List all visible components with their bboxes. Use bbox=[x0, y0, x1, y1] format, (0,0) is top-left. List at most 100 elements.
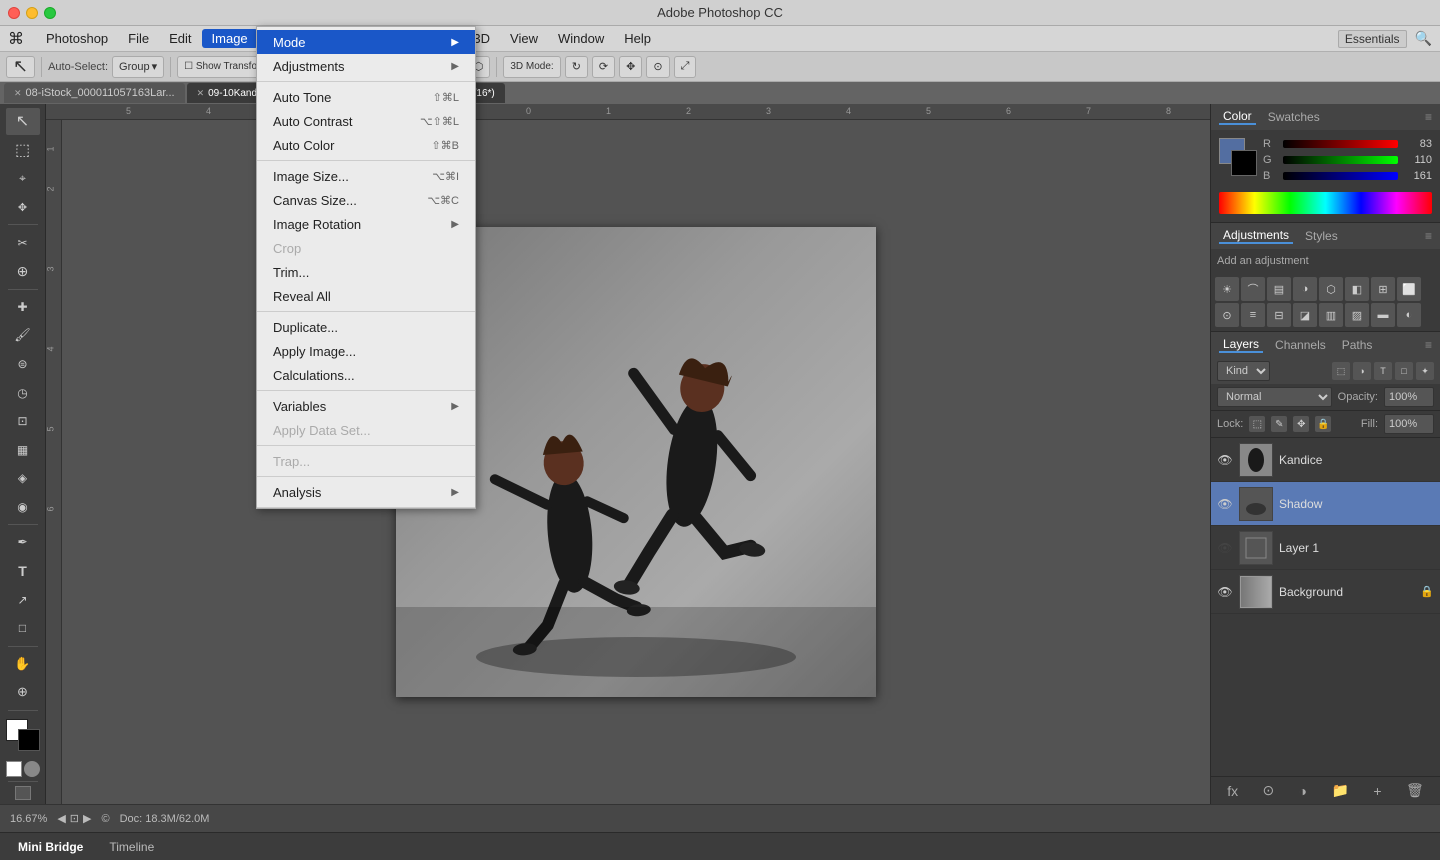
marquee-tool-btn[interactable]: ⬚ bbox=[6, 137, 40, 164]
background-swatch[interactable] bbox=[1231, 150, 1257, 176]
background-color[interactable] bbox=[18, 729, 40, 751]
bw-adj-icon[interactable]: ⬜ bbox=[1397, 277, 1421, 301]
blur-btn[interactable]: ◈ bbox=[6, 465, 40, 492]
menu-image-rotation[interactable]: Image Rotation ▶ bbox=[257, 212, 475, 236]
paths-tab[interactable]: Paths bbox=[1338, 338, 1377, 352]
shape-filter-icon[interactable]: □ bbox=[1395, 362, 1413, 380]
add-layer-btn[interactable]: + bbox=[1373, 783, 1381, 799]
delete-layer-btn[interactable]: 🗑 bbox=[1406, 782, 1424, 799]
menu-help[interactable]: Help bbox=[614, 29, 661, 48]
color-lookup-icon[interactable]: ⊟ bbox=[1267, 303, 1291, 327]
nav-next-btn[interactable]: ▶ bbox=[83, 812, 91, 825]
fill-input[interactable] bbox=[1384, 414, 1434, 434]
menu-auto-color[interactable]: Auto Color ⇧⌘B bbox=[257, 133, 475, 157]
kandice-visibility[interactable]: 👁 bbox=[1217, 452, 1233, 468]
swap-colors-btn[interactable] bbox=[24, 761, 40, 777]
3d-pan-btn[interactable]: ✥ bbox=[619, 56, 642, 78]
mini-bridge-tab[interactable]: Mini Bridge bbox=[8, 838, 93, 856]
layers-tab[interactable]: Layers bbox=[1219, 337, 1263, 353]
smart-filter-icon[interactable]: ✦ bbox=[1416, 362, 1434, 380]
layer-kandice[interactable]: 👁 Kandice bbox=[1211, 438, 1440, 482]
opacity-input[interactable] bbox=[1384, 387, 1434, 407]
vibrance-adj-icon[interactable]: ⬡ bbox=[1319, 277, 1343, 301]
lock-all-icon[interactable]: 🔒 bbox=[1315, 416, 1331, 432]
gradient-btn[interactable]: ▦ bbox=[6, 436, 40, 463]
lock-move-icon[interactable]: ✥ bbox=[1293, 416, 1309, 432]
maximize-button[interactable] bbox=[44, 7, 56, 19]
menu-apply-image[interactable]: Apply Image... bbox=[257, 339, 475, 363]
lock-pixels-icon[interactable]: ⬚ bbox=[1249, 416, 1265, 432]
dodge-btn[interactable]: ◉ bbox=[6, 494, 40, 521]
layer-shadow[interactable]: 👁 Shadow bbox=[1211, 482, 1440, 526]
search-icon[interactable]: 🔍 bbox=[1415, 30, 1432, 47]
menu-analysis[interactable]: Analysis ▶ bbox=[257, 480, 475, 504]
menu-variables[interactable]: Variables ▶ bbox=[257, 394, 475, 418]
panel-collapse-btn[interactable]: ≡ bbox=[1425, 110, 1432, 124]
pixel-filter-icon[interactable]: ⬚ bbox=[1332, 362, 1350, 380]
color-tab[interactable]: Color bbox=[1219, 109, 1256, 125]
exposure-adj-icon[interactable]: ◑ bbox=[1293, 277, 1317, 301]
adj-panel-options[interactable]: ≡ bbox=[1425, 229, 1432, 243]
layer-background[interactable]: 👁 Background 🔒 bbox=[1211, 570, 1440, 614]
layer-1[interactable]: 👁 Layer 1 bbox=[1211, 526, 1440, 570]
threshold-adj-icon[interactable]: ▨ bbox=[1345, 303, 1369, 327]
menu-auto-contrast[interactable]: Auto Contrast ⌥⇧⌘L bbox=[257, 109, 475, 133]
invert-adj-icon[interactable]: ◪ bbox=[1293, 303, 1317, 327]
eyedropper-btn[interactable]: ⊕ bbox=[6, 258, 40, 285]
heal-tool-btn[interactable]: ✚ bbox=[6, 293, 40, 320]
fg-bg-swatches[interactable] bbox=[1219, 138, 1257, 176]
screen-mode-btn[interactable] bbox=[15, 786, 31, 800]
crop-tool-btn[interactable]: ✂ bbox=[6, 229, 40, 256]
r-slider[interactable] bbox=[1283, 140, 1398, 148]
b-slider[interactable] bbox=[1283, 172, 1398, 180]
stamp-tool-btn[interactable]: ⊜ bbox=[6, 351, 40, 378]
hand-tool-btn[interactable]: ✋ bbox=[6, 651, 40, 678]
menu-window[interactable]: Window bbox=[548, 29, 614, 48]
apple-menu[interactable]: ⌘ bbox=[8, 29, 24, 49]
layers-panel-options[interactable]: ≡ bbox=[1425, 338, 1432, 352]
workspace-selector[interactable]: Essentials bbox=[1338, 30, 1407, 48]
layer-fx-btn[interactable]: fx bbox=[1227, 783, 1238, 799]
add-folder-btn[interactable]: 📁 bbox=[1332, 782, 1349, 799]
color-spectrum[interactable] bbox=[1219, 192, 1432, 214]
shadow-visibility[interactable]: 👁 bbox=[1217, 496, 1233, 512]
hsl-adj-icon[interactable]: ◧ bbox=[1345, 277, 1369, 301]
zoom-tool-btn[interactable]: ⊕ bbox=[6, 679, 40, 706]
lock-position-icon[interactable]: ✎ bbox=[1271, 416, 1287, 432]
timeline-tab[interactable]: Timeline bbox=[99, 838, 164, 856]
menu-trim[interactable]: Trim... bbox=[257, 260, 475, 284]
brightness-adj-icon[interactable]: ☀ bbox=[1215, 277, 1239, 301]
menu-adjustments[interactable]: Adjustments ▶ bbox=[257, 54, 475, 78]
canvas-viewport[interactable] bbox=[62, 120, 1210, 804]
type-filter-icon[interactable]: T bbox=[1374, 362, 1392, 380]
menu-duplicate[interactable]: Duplicate... bbox=[257, 315, 475, 339]
gradient-map-icon[interactable]: ▬ bbox=[1371, 303, 1395, 327]
adj-filter-icon[interactable]: ◑ bbox=[1353, 362, 1371, 380]
3d-roll-btn[interactable]: ⟳ bbox=[592, 56, 615, 78]
swatches-tab[interactable]: Swatches bbox=[1264, 110, 1324, 124]
tab-doc1[interactable]: ✕ 08-iStock_000011057163Lar... bbox=[4, 83, 185, 103]
layer1-visibility[interactable]: 👁 bbox=[1217, 540, 1233, 556]
bg-visibility[interactable]: 👁 bbox=[1217, 584, 1233, 600]
move-tool-btn[interactable]: ↖ bbox=[6, 108, 40, 135]
menu-photoshop[interactable]: Photoshop bbox=[36, 29, 118, 48]
menu-mode[interactable]: Mode ▶ bbox=[257, 30, 475, 54]
add-adjustment-btn[interactable]: ◑ bbox=[1299, 783, 1307, 799]
auto-select-dropdown[interactable]: Group ▾ bbox=[112, 56, 164, 78]
type-tool-btn[interactable]: T bbox=[6, 558, 40, 585]
menu-auto-tone[interactable]: Auto Tone ⇧⌘L bbox=[257, 85, 475, 109]
menu-image[interactable]: Image bbox=[202, 29, 258, 48]
channel-mix-icon[interactable]: ≡ bbox=[1241, 303, 1265, 327]
foreground-background-colors[interactable] bbox=[6, 719, 40, 751]
add-mask-btn[interactable]: ⊙ bbox=[1263, 782, 1275, 799]
g-slider[interactable] bbox=[1283, 156, 1398, 164]
close-icon-2[interactable]: ✕ bbox=[197, 88, 205, 99]
3d-scale-btn[interactable]: ⤢ bbox=[674, 56, 697, 78]
close-icon[interactable]: ✕ bbox=[14, 88, 22, 99]
default-colors-btn[interactable] bbox=[6, 761, 22, 777]
menu-file[interactable]: File bbox=[118, 29, 159, 48]
color-balance-icon[interactable]: ⊞ bbox=[1371, 277, 1395, 301]
lasso-tool-btn[interactable]: ⌖ bbox=[6, 165, 40, 192]
history-btn[interactable]: ◷ bbox=[6, 379, 40, 406]
kind-filter-select[interactable]: Kind bbox=[1217, 361, 1270, 381]
